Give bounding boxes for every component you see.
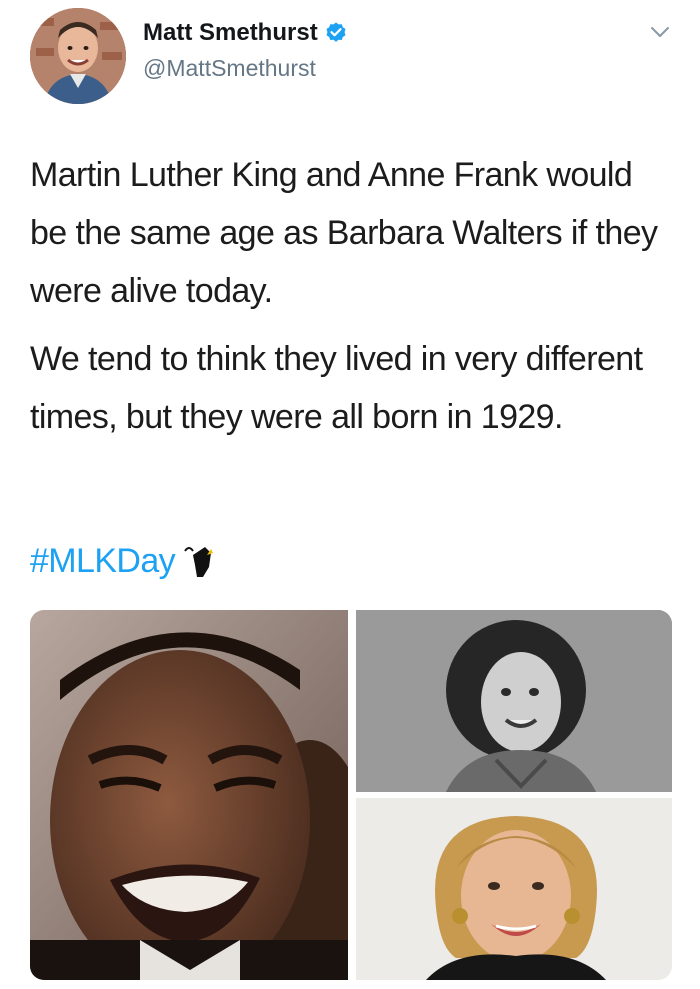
- tweet-paragraph: We tend to think they lived in very diff…: [30, 340, 643, 436]
- chevron-down-icon[interactable]: [648, 22, 672, 42]
- tweet-card: Matt Smethurst @MattSmethurst Martin Lut…: [0, 0, 700, 989]
- name-row: Matt Smethurst: [143, 18, 348, 48]
- avatar-image: [30, 8, 126, 104]
- verified-badge-icon: [324, 21, 348, 45]
- hashtag-link[interactable]: #MLKDay: [30, 542, 176, 581]
- tweet-text: Martin Luther King and Anne Frank would …: [30, 146, 670, 446]
- display-name[interactable]: Matt Smethurst: [143, 18, 318, 48]
- media-grid: [30, 610, 672, 980]
- user-handle[interactable]: @MattSmethurst: [143, 54, 348, 82]
- raised-fist-hashflag-icon: [179, 541, 219, 581]
- avatar[interactable]: [30, 8, 126, 104]
- tweet-paragraph: Martin Luther King and Anne Frank would …: [30, 156, 658, 310]
- hashtag-row: #MLKDay: [30, 536, 219, 586]
- user-identity: Matt Smethurst @MattSmethurst: [143, 18, 348, 82]
- photo-smiling-man[interactable]: [30, 610, 348, 980]
- photo-black-and-white-girl[interactable]: [356, 610, 672, 792]
- tweet-header: Matt Smethurst @MattSmethurst: [30, 8, 680, 104]
- photo-blonde-woman[interactable]: [356, 798, 672, 980]
